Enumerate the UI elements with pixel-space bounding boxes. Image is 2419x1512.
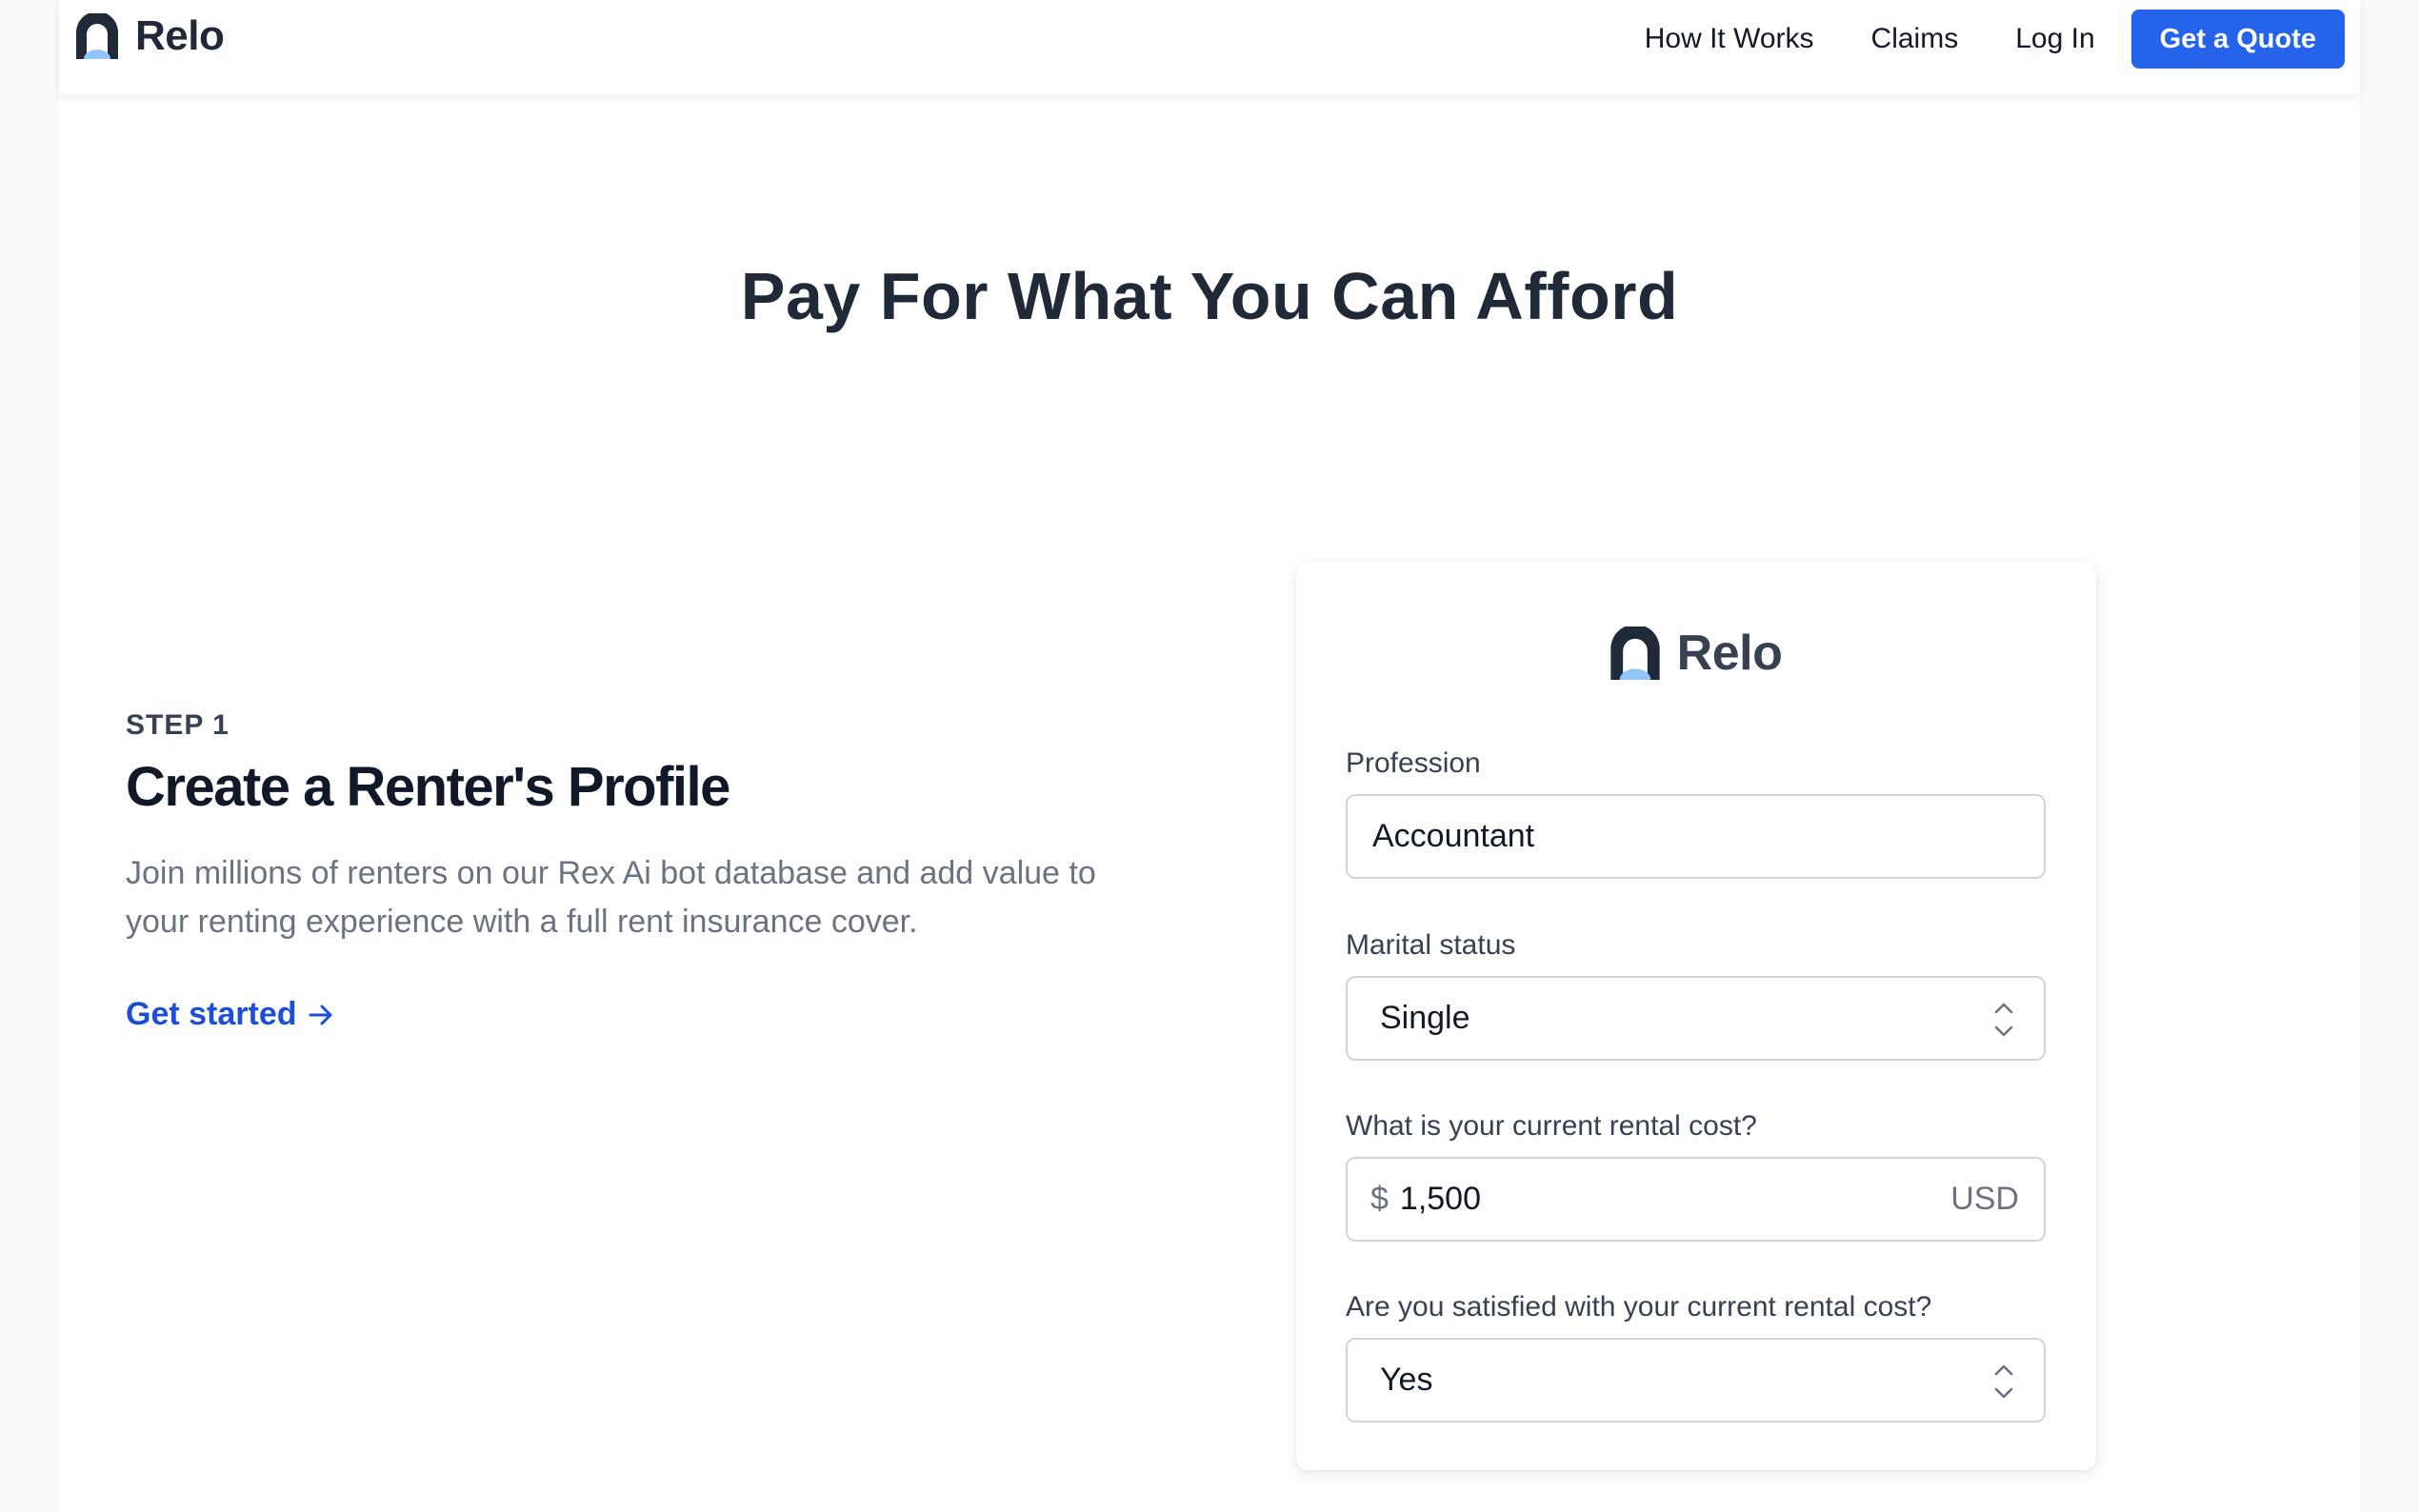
nav-log-in[interactable]: Log In <box>2015 10 2094 69</box>
marital-status-field: Marital status Single <box>1346 926 2046 1061</box>
nav-how-it-works[interactable]: How It Works <box>1645 10 1814 69</box>
chevron-up-down-icon <box>1994 1003 2013 1037</box>
currency-prefix: $ <box>1370 1181 1389 1217</box>
marital-status-label: Marital status <box>1346 929 1516 961</box>
satisfaction-label: Are you satisfied with your current rent… <box>1346 1291 1932 1323</box>
card-brand: Relo <box>1296 627 2096 680</box>
marital-status-select[interactable]: Single <box>1346 976 2046 1061</box>
rental-cost-input[interactable] <box>1388 1159 1951 1240</box>
step-title: Create a Renter's Profile <box>126 756 730 818</box>
top-navbar: Relo How It Works Claims Log In Get a Qu… <box>59 0 2360 94</box>
rental-cost-label: What is your current rental cost? <box>1346 1110 1757 1142</box>
get-a-quote-button[interactable]: Get a Quote <box>2130 10 2345 69</box>
page: Relo How It Works Claims Log In Get a Qu… <box>59 0 2360 1512</box>
hero-title: Pay For What You Can Afford <box>740 259 1679 333</box>
step-label: STEP 1 <box>126 709 230 741</box>
satisfaction-select[interactable]: Yes <box>1346 1338 2046 1422</box>
nav-claims[interactable]: Claims <box>1871 10 1959 69</box>
relo-logo-icon <box>76 13 118 59</box>
quote-form-card: Relo Profession Marital status Single Wh… <box>1296 562 2096 1470</box>
get-started-label: Get started <box>126 996 297 1032</box>
card-brand-name: Relo <box>1676 626 1783 681</box>
satisfaction-value: Yes <box>1380 1362 1433 1398</box>
satisfaction-field: Are you satisfied with your current rent… <box>1346 1288 2046 1422</box>
arrow-right-icon <box>309 1005 331 1025</box>
brand-name: Relo <box>135 12 225 59</box>
relo-logo-icon <box>1609 627 1660 680</box>
profession-input-box <box>1346 794 2046 879</box>
marital-status-value: Single <box>1380 1000 1470 1036</box>
chevron-up-down-icon <box>1994 1364 2013 1399</box>
profession-input[interactable] <box>1348 796 2044 877</box>
brand[interactable]: Relo <box>76 12 225 59</box>
rental-cost-field: What is your current rental cost? $ USD <box>1346 1107 2046 1242</box>
main-nav: How It Works Claims Log In Get a Quote <box>1645 10 2345 69</box>
step-section: STEP 1 Create a Renter's Profile Join mi… <box>126 706 1154 1033</box>
step-description: Join millions of renters on our Rex Ai b… <box>126 855 1096 940</box>
get-started-link[interactable]: Get started <box>126 996 335 1033</box>
currency-suffix: USD <box>1950 1181 2019 1217</box>
rental-cost-input-box: $ USD <box>1346 1157 2046 1242</box>
profession-label: Profession <box>1346 747 1481 779</box>
profession-field: Profession <box>1346 745 2046 879</box>
